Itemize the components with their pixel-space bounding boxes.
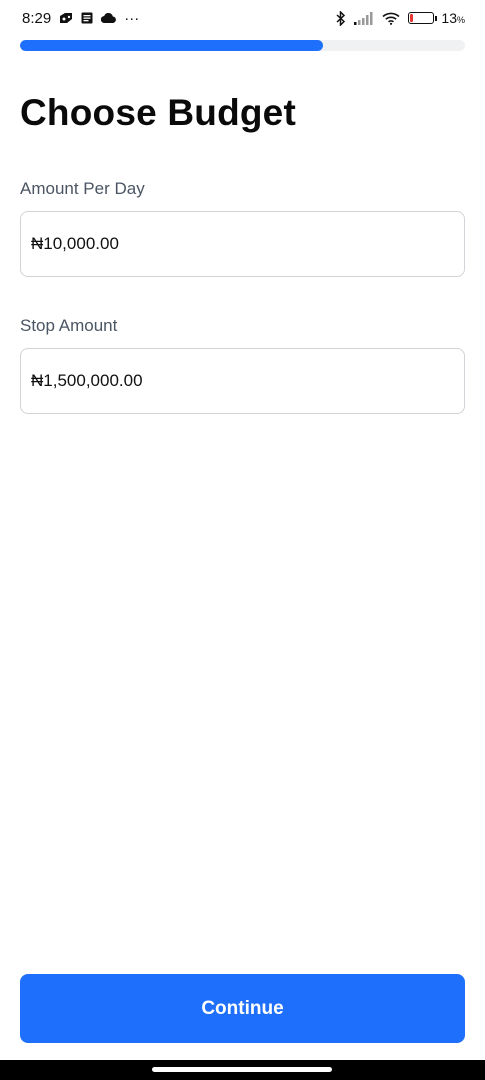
- notes-icon: [81, 12, 93, 24]
- status-bar: 8:29 ··· 13%: [0, 0, 485, 36]
- stop-amount-input[interactable]: [20, 348, 465, 414]
- status-right: 13%: [336, 10, 465, 26]
- battery-percent: 13%: [441, 10, 465, 26]
- step-progress-fill: [20, 40, 323, 51]
- battery-body: [408, 12, 435, 24]
- amount-per-day-label: Amount Per Day: [20, 179, 145, 198]
- battery-icon: 13%: [408, 10, 465, 26]
- status-time: 8:29: [22, 9, 52, 27]
- amount-per-day-input[interactable]: [20, 211, 465, 277]
- battery-level: [410, 14, 414, 22]
- page-title: Choose Budget: [20, 92, 296, 133]
- home-indicator[interactable]: [152, 1067, 332, 1072]
- cloud-icon: [101, 13, 117, 23]
- more-notifications-icon: ···: [124, 9, 140, 27]
- signal-icon: [354, 11, 374, 25]
- step-progress-bar: [20, 40, 465, 51]
- system-navigation-bar: [0, 1060, 485, 1080]
- carrier-app-icon: [59, 12, 73, 24]
- wifi-icon: [382, 12, 400, 25]
- stop-amount-label: Stop Amount: [20, 316, 118, 335]
- battery-tip: [435, 15, 438, 21]
- status-left: 8:29 ···: [22, 10, 139, 27]
- battery-percent-value: 13: [441, 10, 457, 26]
- bluetooth-icon: [336, 10, 346, 26]
- continue-button[interactable]: Continue: [20, 974, 465, 1043]
